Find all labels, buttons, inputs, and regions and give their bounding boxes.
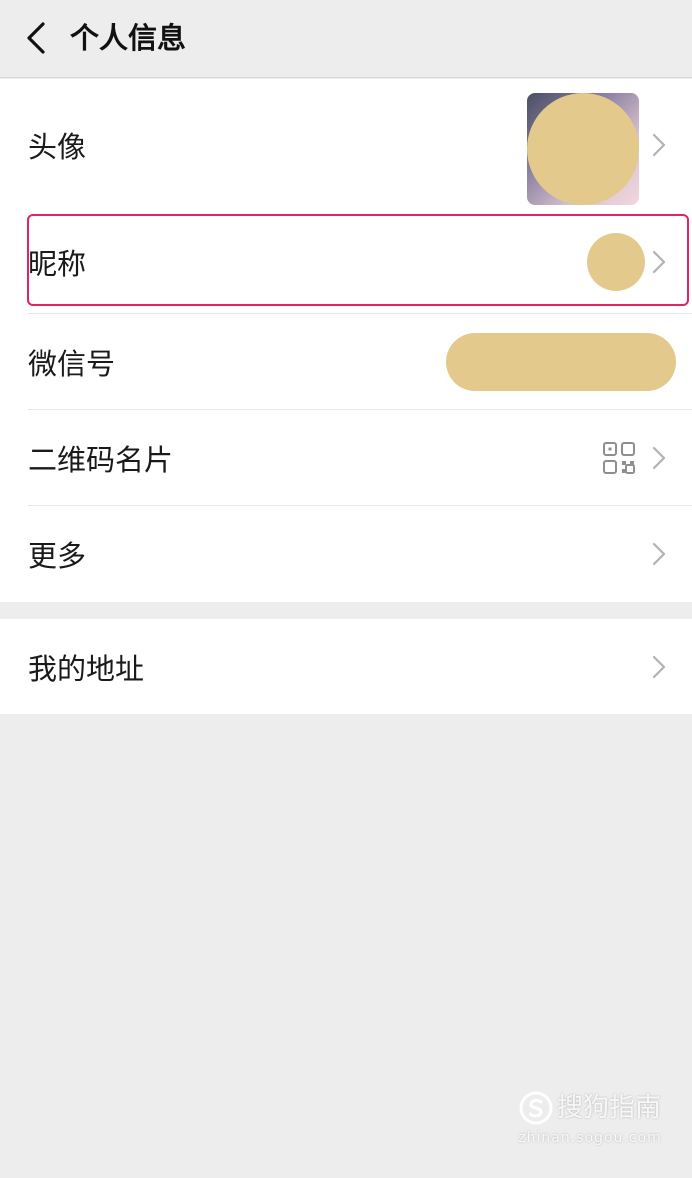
- row-avatar[interactable]: 头像: [0, 79, 692, 210]
- row-label-nickname: 昵称: [28, 247, 87, 281]
- watermark: 搜狗指南 zhinan.sogou.com: [510, 1088, 670, 1154]
- page-title: 个人信息: [70, 21, 187, 55]
- row-label-qr-card: 二维码名片: [28, 443, 174, 477]
- chevron-right-icon: [652, 133, 666, 156]
- watermark-brand-text: 搜狗指南: [556, 1093, 661, 1123]
- profile-group: 头像 昵称 微信号 二维码名片 更多: [0, 79, 692, 602]
- qr-code-icon: [603, 442, 635, 474]
- top-bar: 个人信息: [0, 0, 692, 78]
- row-label-more: 更多: [28, 539, 87, 573]
- chevron-left-icon: [27, 22, 45, 54]
- chevron-right-icon: [652, 542, 666, 566]
- chevron-right-icon: [652, 250, 666, 274]
- sogou-logo-icon: [519, 1091, 553, 1125]
- chevron-right-icon: [652, 655, 666, 678]
- row-label-avatar: 头像: [28, 129, 87, 164]
- avatar[interactable]: [527, 93, 639, 205]
- redaction-mark: [527, 93, 639, 205]
- row-my-address[interactable]: 我的地址: [0, 619, 692, 714]
- redaction-mark: [446, 333, 676, 391]
- row-more[interactable]: 更多: [0, 506, 692, 602]
- row-nickname[interactable]: 昵称: [0, 210, 692, 314]
- chevron-right-icon: [652, 446, 666, 470]
- watermark-brand: 搜狗指南: [510, 1088, 670, 1128]
- row-qr-card[interactable]: 二维码名片: [0, 410, 692, 506]
- row-wechat-id[interactable]: 微信号: [0, 314, 692, 410]
- redaction-mark: [587, 233, 645, 291]
- address-group: 我的地址: [0, 619, 692, 714]
- row-label-wechat-id: 微信号: [28, 347, 116, 381]
- watermark-url: zhinan.sogou.com: [518, 1130, 662, 1146]
- back-button[interactable]: [12, 14, 60, 62]
- row-label-my-address: 我的地址: [28, 651, 145, 686]
